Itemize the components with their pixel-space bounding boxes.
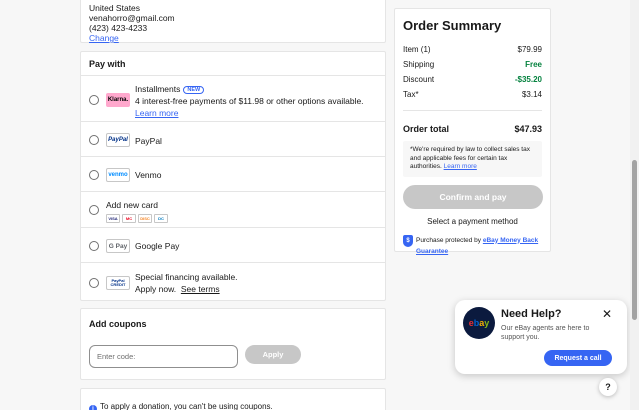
venmo-radio[interactable] — [89, 170, 99, 180]
donation-section: i To apply a donation, you can't be using… — [80, 388, 386, 410]
apply-now-text: Apply now. — [135, 284, 177, 294]
item-label: Item (1) — [403, 45, 431, 54]
order-total-row: Order total $47.93 — [403, 110, 542, 138]
add-card-label: Add new card — [106, 200, 158, 210]
coupons-section: Add coupons Apply — [80, 308, 386, 380]
address-phone: (423) 423-4233 — [89, 23, 148, 33]
google-pay-radio[interactable] — [89, 241, 99, 251]
discount-value: -$35.20 — [514, 75, 542, 84]
protect-text: Purchase protected by — [416, 236, 482, 244]
payment-option-add-card[interactable]: Add new card VISA MC DISC DC — [81, 193, 385, 228]
summary-row-tax: Tax* $3.14 — [403, 87, 542, 102]
address-email: venahorro@gmail.com — [89, 13, 175, 23]
google-pay-logo-icon: G Pay — [106, 239, 130, 253]
donation-text: To apply a donation, you can't be using … — [100, 402, 273, 410]
ebay-logo-icon: ebay — [463, 307, 495, 339]
klarna-logo-icon: Klarna. — [106, 93, 130, 107]
see-terms-link[interactable]: See terms — [181, 284, 220, 294]
close-icon[interactable]: ✕ — [602, 308, 612, 320]
help-button[interactable]: ? — [599, 378, 617, 396]
paypal-credit-logo-icon: PayPal CREDIT — [106, 276, 130, 290]
pay-with-title: Pay with — [81, 52, 385, 76]
item-value: $79.99 — [517, 45, 542, 54]
installments-label: Installments — [135, 84, 181, 94]
tax-note: *We're required by law to collect sales … — [403, 141, 542, 177]
venmo-logo-icon: venmo — [106, 168, 130, 182]
tax-value: $3.14 — [521, 90, 542, 99]
discover-icon: DISC — [138, 214, 152, 223]
tax-label: Tax* — [403, 90, 419, 99]
new-badge: NEW — [183, 86, 205, 94]
payment-option-installments[interactable]: Klarna. Installments NEW 4 interest-free … — [81, 77, 385, 122]
summary-row-discount: Discount -$35.20 — [403, 72, 542, 87]
paypal-credit-radio[interactable] — [89, 278, 99, 288]
paypal-label: PayPal — [135, 136, 162, 146]
order-summary-card: Order Summary Item (1) $79.99 Shipping F… — [394, 8, 551, 255]
money-back-guarantee: $ Purchase protected by eBay Money Back … — [403, 234, 542, 257]
discount-label: Discount — [403, 75, 435, 84]
shipping-address-card: United States venahorro@gmail.com (423) … — [80, 0, 386, 43]
address-country: United States — [89, 3, 141, 13]
apply-coupon-button[interactable]: Apply — [245, 345, 301, 364]
payment-option-venmo[interactable]: venmo Venmo — [81, 158, 385, 192]
payment-option-paypal-credit[interactable]: PayPal CREDIT Special financing availabl… — [81, 264, 385, 300]
coupons-title: Add coupons — [89, 319, 147, 329]
installments-desc: 4 interest-free payments of $11.98 or ot… — [135, 96, 364, 106]
summary-row-item: Item (1) $79.99 — [403, 42, 542, 57]
order-total-label: Order total — [403, 123, 450, 134]
request-a-call-button[interactable]: Request a call — [544, 350, 612, 366]
shipping-label: Shipping — [403, 60, 435, 69]
installments-learn-more-link[interactable]: Learn more — [135, 108, 364, 118]
add-card-radio[interactable] — [89, 205, 99, 215]
need-help-body: Our eBay agents are here to support you. — [501, 325, 590, 341]
mastercard-icon: MC — [122, 214, 136, 223]
confirm-and-pay-button[interactable]: Confirm and pay — [403, 184, 543, 209]
order-summary-title: Order Summary — [403, 18, 502, 33]
payment-option-google-pay[interactable]: G Pay Google Pay — [81, 229, 385, 263]
shipping-value: Free — [525, 60, 542, 69]
visa-icon: VISA — [106, 214, 120, 223]
paypal-radio[interactable] — [89, 135, 99, 145]
need-help-popup: ebay Need Help? Our eBay agents are here… — [455, 300, 627, 374]
select-payment-message: Select a payment method — [427, 216, 518, 226]
google-pay-label: Google Pay — [135, 241, 180, 251]
need-help-title: Need Help? — [501, 308, 562, 320]
diners-club-icon: DC — [154, 214, 168, 223]
summary-row-shipping: Shipping Free — [403, 57, 542, 72]
change-address-link[interactable]: Change — [89, 33, 119, 43]
payment-option-paypal[interactable]: PayPal PayPal — [81, 123, 385, 157]
pay-with-section: Pay with Klarna. Installments NEW 4 inter… — [80, 51, 386, 301]
scrollbar-thumb[interactable] — [632, 160, 637, 320]
info-icon: i — [89, 405, 97, 410]
tax-learn-more-link[interactable]: Learn more — [444, 163, 477, 170]
coupon-code-input[interactable] — [89, 345, 238, 368]
shield-icon: $ — [403, 234, 413, 247]
installments-radio[interactable] — [89, 95, 99, 105]
paypal-logo-icon: PayPal — [106, 133, 130, 147]
venmo-label: Venmo — [135, 170, 162, 180]
order-total-value: $47.93 — [514, 123, 542, 134]
special-financing-label: Special financing available. — [135, 272, 238, 282]
